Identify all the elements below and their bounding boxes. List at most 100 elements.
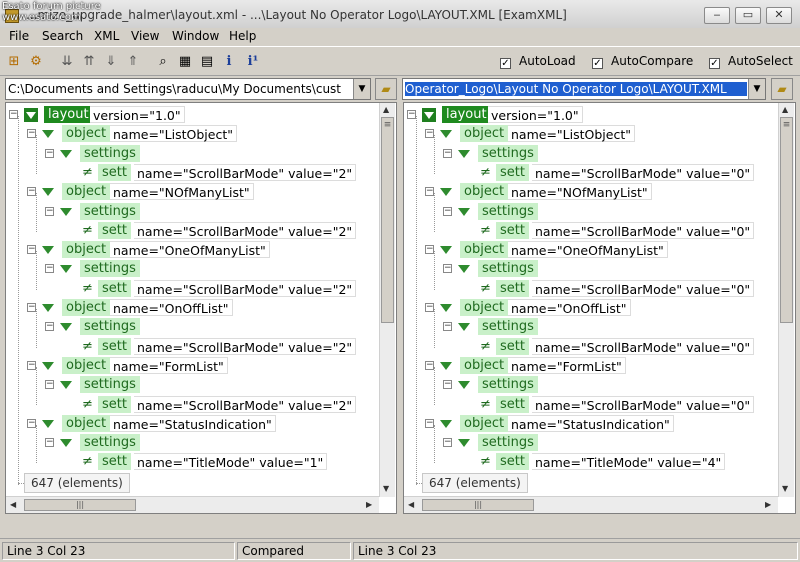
right-sett-row[interactable]: ≠ sett name="ScrollBarMode" value="0" [404, 395, 795, 414]
scroll-down-icon[interactable]: ▼ [782, 484, 788, 493]
right-settings-row[interactable]: − settings [404, 202, 795, 221]
prev-diff-up-icon[interactable]: ⇈ [80, 53, 98, 71]
autoload-checkbox[interactable]: ✓ AutoLoad [500, 54, 576, 69]
left-object-row[interactable]: − object name="OnOffList" [6, 299, 396, 317]
left-object-row[interactable]: − object name="ListObject" [6, 125, 396, 143]
tree-expand-icon[interactable]: ⊞ [5, 53, 23, 71]
right-object-row[interactable]: − object name="OnOffList" [404, 299, 795, 317]
right-path-combobox[interactable]: Operator_Logo\Layout No Operator Logo\LA… [402, 78, 766, 100]
scroll-left-icon[interactable]: ◀ [408, 500, 414, 509]
left-object-row[interactable]: − object name="FormList" [6, 356, 396, 375]
collapse-icon[interactable]: − [27, 360, 36, 370]
table-icon[interactable]: ▤ [198, 53, 216, 71]
collapse-icon[interactable]: − [27, 418, 36, 428]
left-sett-row[interactable]: ≠ sett name="ScrollBarMode" value="2" [6, 337, 396, 356]
right-sett-row[interactable]: ≠ sett name="ScrollBarMode" value="0" [404, 279, 795, 298]
collapse-icon[interactable]: − [9, 110, 18, 119]
right-sett-row[interactable]: ≠ sett name="ScrollBarMode" value="0" [404, 221, 795, 240]
next-diff-down-icon[interactable]: ⇊ [58, 53, 76, 71]
right-object-row[interactable]: − object name="NOfManyList" [404, 183, 795, 201]
left-path-dropdown-icon[interactable]: ▼ [353, 79, 370, 99]
right-settings-row[interactable]: − settings [404, 260, 795, 278]
left-settings-row[interactable]: − settings [6, 318, 396, 336]
left-settings-row[interactable]: − settings [6, 144, 396, 163]
left-settings-row[interactable]: − settings [6, 260, 396, 278]
close-button[interactable]: ✕ [766, 7, 792, 24]
scroll-right-icon[interactable]: ▶ [765, 500, 771, 509]
right-horizontal-scrollbar[interactable]: ◀ ||| ▶ [404, 496, 778, 513]
left-xml-tree[interactable]: − layout version="1.0" − object name="ListObj… [5, 102, 397, 514]
autocompare-checkbox[interactable]: ✓ AutoCompare [592, 54, 693, 69]
collapse-icon[interactable]: − [407, 110, 416, 119]
left-open-folder-icon[interactable]: ▰ [375, 78, 397, 100]
right-sett-row[interactable]: ≠ sett name="ScrollBarMode" value="0" [404, 163, 795, 182]
right-xml-tree[interactable]: − layout version="1.0" − object name="ListObj… [403, 102, 796, 514]
right-sett-row[interactable]: ≠ sett name="ScrollBarMode" value="0" [404, 337, 795, 356]
right-object-row[interactable]: − object name="FormList" [404, 356, 795, 375]
collapse-icon[interactable]: − [443, 148, 452, 158]
left-sett-row[interactable]: ≠ sett name="ScrollBarMode" value="2" [6, 395, 396, 414]
scroll-up-icon[interactable]: ▲ [782, 105, 788, 114]
collapse-icon[interactable]: − [425, 129, 434, 139]
vertical-scroll-thumb[interactable]: ≡ [780, 117, 793, 323]
right-object-row[interactable]: − object name="ListObject" [404, 125, 795, 143]
right-root-row[interactable]: − layout version="1.0" [404, 106, 795, 124]
maximize-button[interactable]: ▭ [735, 7, 761, 24]
menu-window[interactable]: Window [172, 29, 219, 43]
left-object-row[interactable]: − object name="StatusIndication" [6, 414, 396, 433]
left-sett-row[interactable]: ≠ sett name="ScrollBarMode" value="2" [6, 279, 396, 298]
info-icon[interactable]: i [220, 53, 238, 71]
left-horizontal-scrollbar[interactable]: ◀ ||| ▶ [6, 496, 379, 513]
info-detail-icon[interactable]: i¹ [244, 53, 262, 71]
collapse-icon[interactable]: − [425, 187, 434, 197]
left-sett-row[interactable]: ≠ sett name="ScrollBarMode" value="2" [6, 163, 396, 182]
left-object-row[interactable]: − object name="NOfManyList" [6, 183, 396, 201]
collapse-icon[interactable]: − [45, 380, 54, 390]
collapse-icon[interactable]: − [45, 264, 54, 274]
scroll-up-icon[interactable]: ▲ [383, 105, 389, 114]
right-settings-row[interactable]: − settings [404, 376, 795, 394]
collapse-icon[interactable]: − [443, 380, 452, 390]
menu-search[interactable]: Search [42, 29, 83, 43]
collapse-icon[interactable]: − [45, 322, 54, 332]
menu-view[interactable]: View [131, 29, 159, 43]
collapse-icon[interactable]: − [425, 418, 434, 428]
vertical-scroll-thumb[interactable]: ≡ [381, 117, 394, 323]
right-open-folder-icon[interactable]: ▰ [771, 78, 793, 100]
collapse-icon[interactable]: − [27, 303, 36, 312]
collapse-icon[interactable]: − [443, 264, 452, 274]
scroll-right-icon[interactable]: ▶ [366, 500, 372, 509]
tree-settings-icon[interactable]: ⚙ [27, 53, 45, 71]
collapse-icon[interactable]: − [443, 438, 452, 448]
scroll-down-icon[interactable]: ▼ [383, 484, 389, 493]
collapse-icon[interactable]: − [425, 360, 434, 370]
collapse-icon[interactable]: − [45, 206, 54, 216]
grid-icon[interactable]: ▦ [176, 53, 194, 71]
collapse-icon[interactable]: − [27, 129, 36, 139]
right-object-row[interactable]: − object name="StatusIndication" [404, 414, 795, 433]
right-settings-row[interactable]: − settings [404, 434, 795, 452]
right-path-dropdown-icon[interactable]: ▼ [748, 79, 765, 99]
horizontal-scroll-thumb[interactable]: ||| [422, 499, 534, 511]
left-root-row[interactable]: − layout version="1.0" [6, 106, 396, 124]
right-settings-row[interactable]: − settings [404, 318, 795, 336]
collapse-icon[interactable]: − [425, 303, 434, 312]
menu-file[interactable]: File [9, 29, 29, 43]
menu-xml[interactable]: XML [94, 29, 119, 43]
collapse-icon[interactable]: − [443, 206, 452, 216]
left-settings-row[interactable]: − settings [6, 376, 396, 394]
collapse-icon[interactable]: − [27, 187, 36, 197]
left-vertical-scrollbar[interactable]: ▲ ≡ ▼ [379, 103, 395, 497]
collapse-icon[interactable]: − [45, 438, 54, 448]
first-diff-up-icon[interactable]: ⇑ [124, 53, 142, 71]
last-diff-down-icon[interactable]: ⇓ [102, 53, 120, 71]
collapse-icon[interactable]: − [425, 245, 434, 255]
right-object-row[interactable]: − object name="OneOfManyList" [404, 241, 795, 259]
right-vertical-scrollbar[interactable]: ▲ ≡ ▼ [778, 103, 794, 497]
left-object-row[interactable]: − object name="OneOfManyList" [6, 241, 396, 259]
left-sett-row[interactable]: ≠ sett name="ScrollBarMode" value="2" [6, 221, 396, 240]
collapse-icon[interactable]: − [443, 322, 452, 332]
scroll-left-icon[interactable]: ◀ [10, 500, 16, 509]
collapse-icon[interactable]: − [45, 148, 54, 158]
menu-help[interactable]: Help [229, 29, 256, 43]
